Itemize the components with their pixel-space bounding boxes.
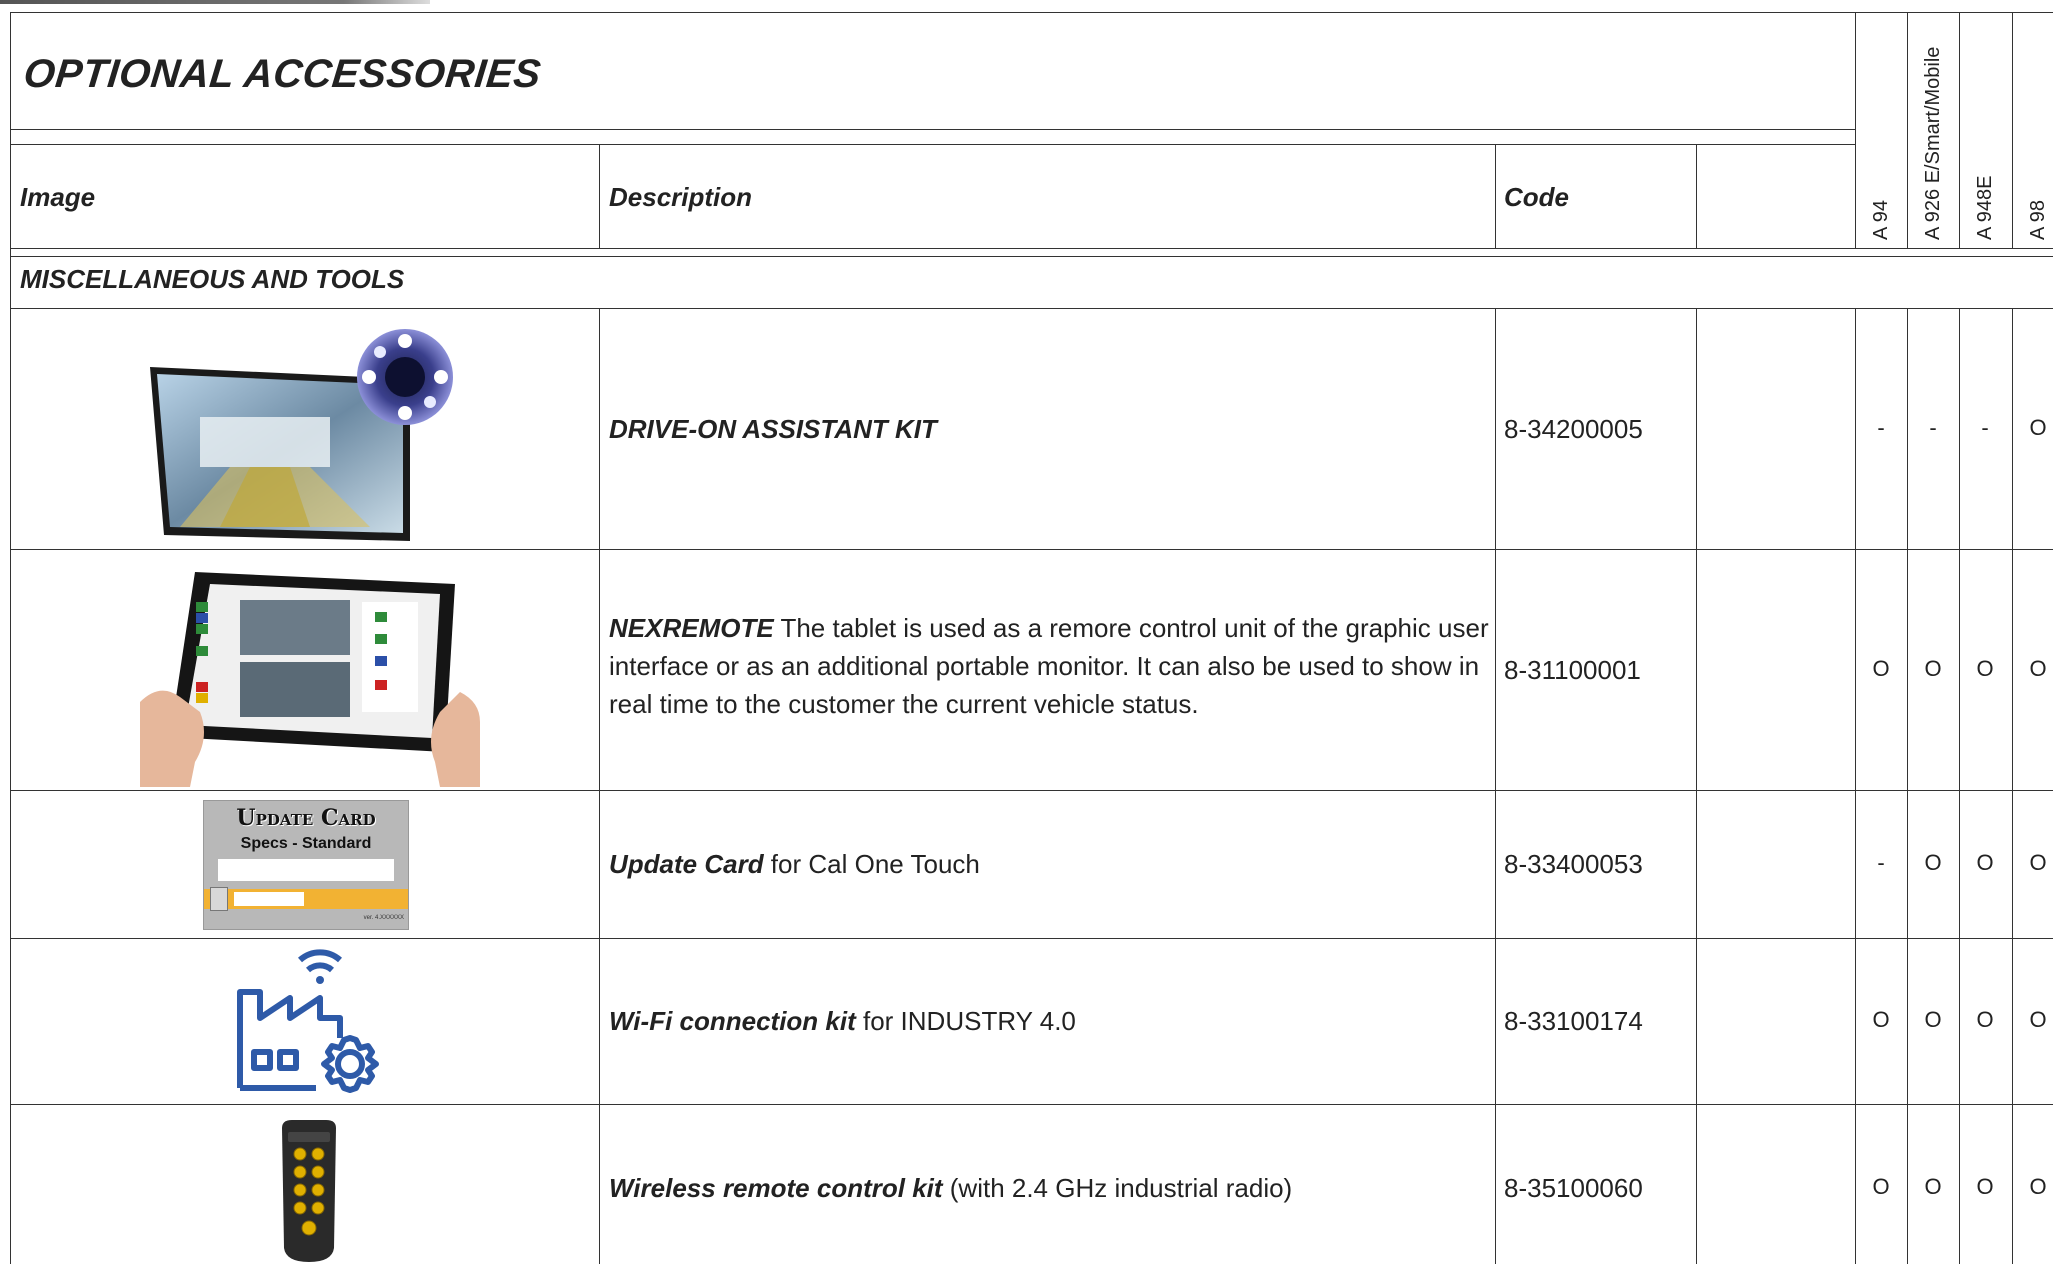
card-title: Update Card xyxy=(236,805,376,831)
product-code: 8-34200005 xyxy=(1504,414,1643,444)
product-code: 8-33100174 xyxy=(1504,1006,1643,1036)
column-header-image: Image xyxy=(20,182,96,212)
product-name: Wireless remote control kit xyxy=(609,1173,943,1203)
availability-mark: - xyxy=(1877,850,1885,875)
product-name: Update Card xyxy=(609,849,764,879)
column-header-description: Description xyxy=(609,182,753,212)
availability-mark: - xyxy=(1929,415,1937,440)
availability-mark: O xyxy=(1924,1174,1942,1199)
availability-mark: - xyxy=(1981,415,1989,440)
product-name: DRIVE-ON ASSISTANT KIT xyxy=(609,414,937,444)
product-code: 8-31100001 xyxy=(1504,655,1641,685)
availability-mark: O xyxy=(1872,656,1890,681)
availability-mark: O xyxy=(1976,1174,1994,1199)
sd-card-icon xyxy=(210,887,228,911)
availability-mark: O xyxy=(1976,850,1994,875)
availability-mark: O xyxy=(2029,656,2047,681)
availability-mark: - xyxy=(1877,415,1885,440)
card-version: ver. 4.XXXXXX xyxy=(363,915,404,921)
availability-mark: O xyxy=(1924,850,1942,875)
nexremote-tablet-image xyxy=(140,562,480,792)
column-header-model-a926: A 926 E/Smart/Mobile xyxy=(1922,46,1944,240)
product-code: 8-35100060 xyxy=(1504,1173,1643,1203)
product-code: 8-33400053 xyxy=(1504,849,1643,879)
drive-on-assistant-image xyxy=(140,327,470,547)
availability-mark: O xyxy=(1872,1174,1890,1199)
column-header-model-a98: A 98 xyxy=(2027,199,2049,240)
row-description: DRIVE-ON ASSISTANT KIT xyxy=(609,410,1489,448)
row-description: Wi-Fi connection kit for INDUSTRY 4.0 xyxy=(609,1006,1076,1036)
availability-mark: O xyxy=(2029,1174,2047,1199)
column-header-code: Code xyxy=(1504,182,1569,212)
availability-mark: O xyxy=(2029,850,2047,875)
row-description: Update Card for Cal One Touch xyxy=(609,849,980,879)
wifi-factory-icon xyxy=(230,948,390,1103)
availability-mark: O xyxy=(1976,656,1994,681)
section-heading: MISCELLANEOUS AND TOOLS xyxy=(20,264,405,294)
availability-mark: O xyxy=(1924,656,1942,681)
availability-mark: O xyxy=(2029,415,2047,440)
card-subtitle: Specs - Standard xyxy=(240,835,372,852)
product-name: Wi-Fi connection kit xyxy=(609,1006,856,1036)
availability-mark: O xyxy=(1976,1007,1994,1032)
product-name: NEXREMOTE xyxy=(609,613,774,643)
row-description: Wireless remote control kit (with 2.4 GH… xyxy=(609,1173,1293,1203)
top-rule xyxy=(0,0,430,4)
availability-mark: O xyxy=(1872,1007,1890,1032)
wireless-remote-image xyxy=(274,1118,344,1269)
column-header-model-a94: A 94 xyxy=(1870,199,1892,240)
accessories-table: OPTIONAL ACCESSORIES Image Description C… xyxy=(10,12,2053,1264)
column-header-model-a948e: A 948E xyxy=(1974,175,1996,240)
availability-mark: O xyxy=(1924,1007,1942,1032)
availability-mark: O xyxy=(2029,1007,2047,1032)
page-title: OPTIONAL ACCESSORIES xyxy=(21,52,544,96)
update-card-image: Update Card Specs - Standard ver. 4.XXXX… xyxy=(203,800,409,930)
row-description: NEXREMOTE The tablet is used as a remore… xyxy=(609,613,1489,719)
